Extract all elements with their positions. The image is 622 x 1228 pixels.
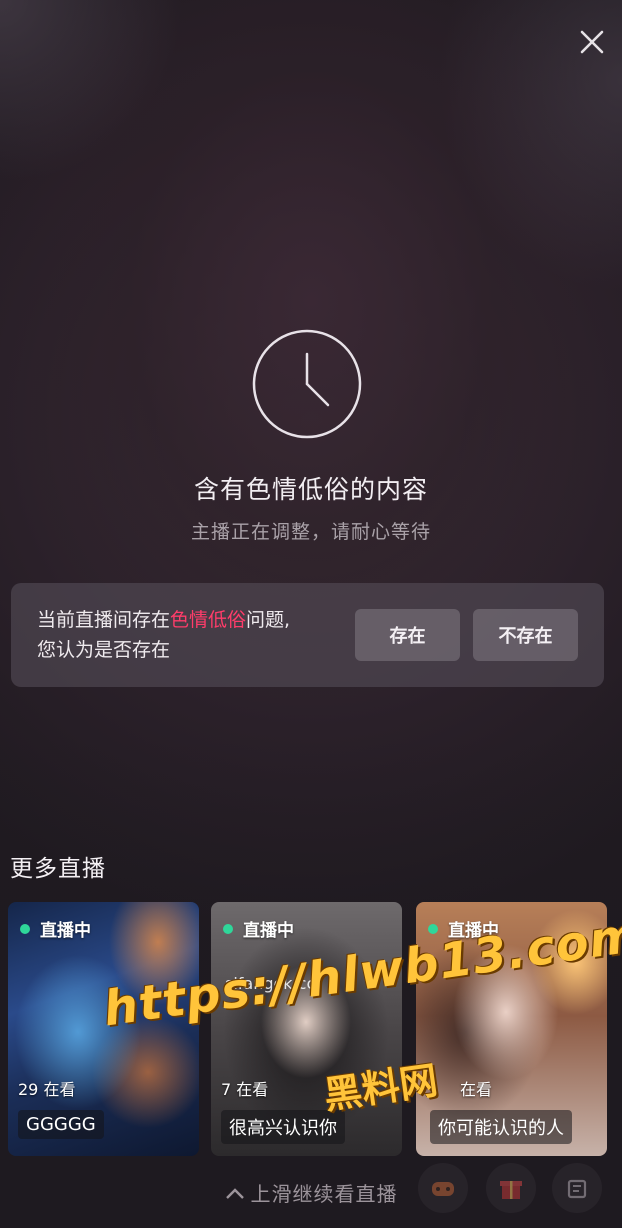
report-question-card: 当前直播间存在色情低俗问题, 您认为是否存在 存在 不存在 (11, 583, 604, 687)
shop-icon (567, 1179, 587, 1199)
question-text-before: 当前直播间存在 (37, 609, 171, 631)
notice-title: 含有色情低俗的内容 (193, 475, 428, 504)
question-highlight: 色情低俗 (170, 609, 247, 631)
game-button[interactable] (418, 1163, 468, 1213)
live-badge: 直播中 (20, 916, 91, 941)
chevron-up-icon (225, 1184, 245, 1205)
card-title: GGGGG (18, 1110, 104, 1139)
shop-button[interactable] (552, 1163, 602, 1213)
clock-icon (252, 329, 362, 439)
live-badge: 直播中 (223, 916, 294, 941)
live-card[interactable]: 直播中 29 在看 GGGGG (8, 902, 199, 1156)
close-icon (580, 30, 604, 54)
gift-button[interactable] (486, 1163, 536, 1213)
live-room-screen: 含有色情低俗的内容 主播正在调整，请耐心等待 当前直播间存在色情低俗问题, 您认… (0, 0, 622, 1228)
question-text: 当前直播间存在色情低俗问题, 您认为是否存在 (37, 605, 337, 665)
gift-icon (500, 1181, 522, 1199)
viewer-count: 29 在看 (18, 1080, 76, 1099)
live-dot-icon (20, 923, 30, 934)
live-card[interactable]: 直播中 sifangok.cc 7 在看 很高兴认识你 (211, 902, 402, 1156)
game-icon (432, 1182, 454, 1196)
no-button[interactable]: 不存在 (473, 609, 578, 661)
card-title: 你可能认识的人 (430, 1110, 572, 1144)
more-live-title: 更多直播 (10, 856, 106, 882)
live-dot-icon (223, 923, 233, 934)
yes-button[interactable]: 存在 (355, 609, 460, 661)
live-badge-label: 直播中 (243, 921, 294, 941)
question-text-after: 问题, (246, 609, 291, 631)
viewer-count: 7 在看 (221, 1080, 269, 1099)
swipe-hint-label: 上滑继续看直播 (250, 1182, 398, 1206)
notice-subtitle: 主播正在调整，请耐心等待 (190, 521, 431, 543)
question-text-line2: 您认为是否存在 (37, 639, 171, 661)
viewer-count: 在看 (460, 1080, 493, 1099)
close-button[interactable] (576, 26, 608, 58)
live-badge-label: 直播中 (40, 921, 91, 941)
live-dot-icon (428, 923, 438, 934)
